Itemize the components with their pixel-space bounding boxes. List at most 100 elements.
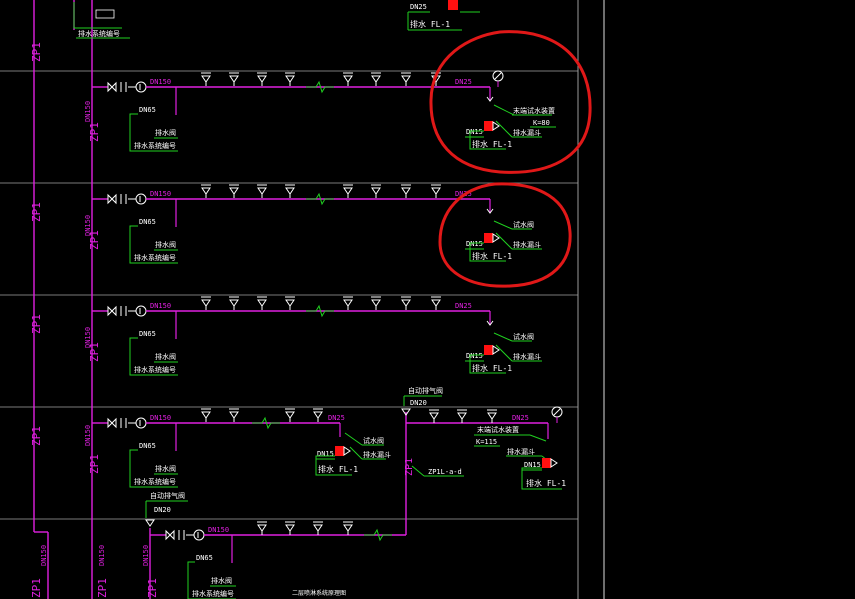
sprinkler-head	[343, 187, 353, 195]
mid-funnel-label: 排水漏斗	[363, 450, 391, 459]
floor-5-row: 自动排气阀 DN20 DN150 DN65 排水阀排水系统编号 二层喷淋系统原理图	[145, 491, 406, 599]
sprinkler-head	[285, 411, 295, 419]
floor-4-extras: DN25DN15排水 FL-1试水阀排水漏斗自动排气阀DN20ZP1 ZP1L-a…	[315, 386, 566, 535]
cad-drawing-canvas[interactable]: ZP1 ZP1 ZP1 ZP1 ZP1 ZP1 ZP1 ZP1 ZP1 ZP1 …	[0, 0, 855, 599]
sprinkler-head	[429, 412, 439, 420]
drain-valve-icon	[484, 121, 493, 131]
valve-code-label: 排水 FL-1	[472, 139, 512, 149]
sprinkler-head	[257, 187, 267, 195]
pressure-gauge-icon	[553, 408, 561, 416]
sprinkler-head	[371, 299, 381, 307]
sprinkler-head	[487, 412, 497, 420]
riser-label: ZP1	[88, 122, 101, 142]
test-valve-label: 试水阀	[513, 220, 534, 229]
sprinkler-head	[401, 299, 411, 307]
floor-rows: DN150DN65排水阀排水系统编号DN25DN15排水 FL-1排水漏斗末端试…	[92, 70, 556, 488]
leader-line	[495, 120, 513, 138]
floor-row: DN150DN65排水阀排水系统编号DN25DN15排水 FL-1排水漏斗试水阀	[92, 296, 542, 376]
sprinkler-head	[257, 75, 267, 83]
riser-dn: DN150	[142, 545, 150, 566]
sprinkler-head	[457, 412, 467, 420]
top-left-label: 排水系统编号	[78, 29, 120, 38]
mid-valve-dn: DN15	[317, 450, 334, 458]
floor-row: DN150DN65排水阀排水系统编号DN25DN15排水 FL-1排水漏斗试水阀	[92, 184, 542, 264]
air-valve-label: 自动排气阀	[150, 491, 185, 500]
gate-valve-icon	[107, 81, 117, 93]
drain-valve-label: 排水阀	[155, 464, 176, 473]
branch-dn-label: DN65	[139, 106, 156, 114]
gate-valve-icon	[165, 529, 175, 541]
funnel-label: 排水漏斗	[513, 240, 541, 249]
sprinkler-head	[229, 299, 239, 307]
end-dn-label: DN25	[455, 78, 472, 86]
riser-label: ZP1	[30, 202, 43, 222]
riser-dn: DN150	[84, 425, 92, 446]
valve-dn-label: DN15	[466, 352, 483, 360]
drain-valve-label: 排水阀	[155, 352, 176, 361]
sprinkler-head	[401, 75, 411, 83]
system-code-label: 排水系统编号	[134, 253, 176, 262]
flow-switch-icon	[135, 305, 147, 317]
sprinkler-head	[201, 75, 211, 83]
air-valve-dn: DN20	[154, 506, 171, 514]
riser-label: ZP1	[30, 42, 43, 62]
branch-dn-label: DN65	[139, 218, 156, 226]
break-symbol	[306, 80, 334, 94]
top-right-valve: 排水 FL-1	[410, 19, 450, 29]
riser-dn: DN150	[40, 545, 48, 566]
k-factor-label: K=80	[533, 119, 550, 127]
pipe-dn-label: DN150	[150, 78, 171, 86]
sprinkler-head	[431, 299, 441, 307]
drawing-note: 二层喷淋系统原理图	[292, 589, 346, 597]
flow-switch-icon	[135, 81, 147, 93]
drain-valve-icon	[484, 233, 493, 243]
pipe-dn-label: DN150	[208, 526, 229, 534]
riser-dn: DN150	[84, 101, 92, 122]
markup-circle	[438, 182, 572, 288]
vertical-risers	[33, 0, 151, 599]
sprinkler-head	[343, 75, 353, 83]
flow-switch-icon	[135, 417, 147, 429]
leader-line	[493, 220, 513, 230]
sprinkler-head	[285, 299, 295, 307]
mid-dn-label: DN25	[328, 414, 345, 422]
air-valve-icon	[145, 519, 155, 527]
mid-test-valve-label: 试水阀	[363, 436, 384, 445]
top-fragment: 排水系统编号 DN25 排水 FL-1	[73, 0, 480, 39]
funnel-label: 排水漏斗	[513, 352, 541, 361]
sprinkler-head	[431, 187, 441, 195]
system-code-label: 排水系统编号	[192, 589, 234, 598]
branch-dn-label: DN65	[196, 554, 213, 562]
break-symbol	[306, 192, 334, 206]
valve-dn-label: DN15	[466, 240, 483, 248]
riser-label: ZP1	[96, 578, 109, 598]
end-dn-label: DN25	[455, 302, 472, 310]
sprinkler-head	[285, 187, 295, 195]
pipe-dn-label: DN150	[150, 302, 171, 310]
system-code-label: 排水系统编号	[134, 365, 176, 374]
riser-label: ZP1	[88, 454, 101, 474]
funnel-label: 排水漏斗	[507, 447, 535, 456]
floor-row: DN150 DN65 排水阀排水系统编号	[92, 408, 340, 488]
sprinkler-head	[371, 75, 381, 83]
top-right-dn: DN25	[410, 3, 427, 11]
sprinkler-head	[401, 187, 411, 195]
break-symbol	[252, 416, 280, 430]
drain-valve-label: 排水阀	[155, 240, 176, 249]
mid-valve-code: 排水 FL-1	[318, 464, 358, 474]
funnel-icon	[343, 446, 351, 456]
test-valve-label: 试水阀	[513, 332, 534, 341]
riser-dn: DN150	[84, 215, 92, 236]
leader-line	[493, 332, 513, 342]
gate-valve-icon	[107, 193, 117, 205]
break-symbol	[306, 304, 334, 318]
system-code-label: 排水系统编号	[134, 141, 176, 150]
leader-line	[344, 432, 363, 446]
pipe-dn-label: DN150	[150, 414, 171, 422]
leader-line	[495, 232, 513, 250]
sprinkler-head	[313, 524, 323, 532]
mid-drain-valve-icon	[335, 446, 344, 456]
valve-code-label: 排水 FL-1	[472, 363, 512, 373]
funnel-icon	[550, 458, 558, 468]
pressure-gauge-icon	[494, 72, 502, 80]
